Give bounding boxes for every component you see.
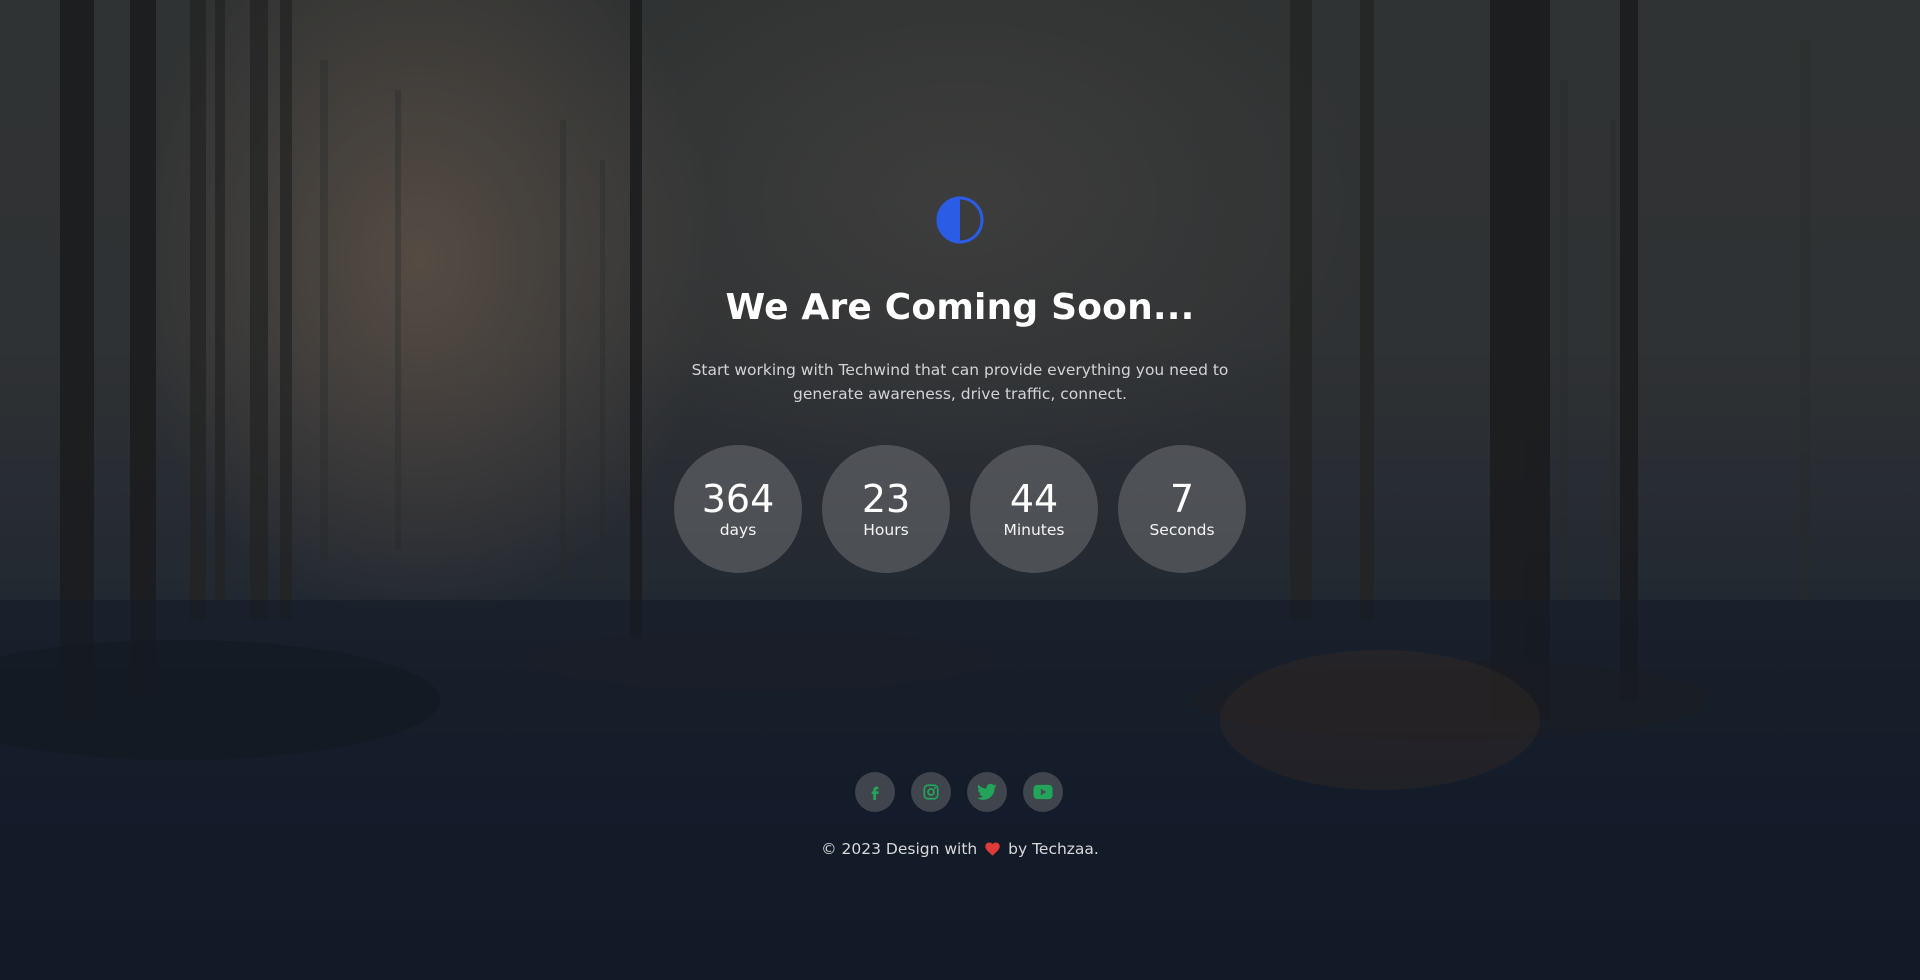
youtube-link[interactable] xyxy=(1023,772,1063,812)
facebook-link[interactable] xyxy=(855,772,895,812)
countdown-seconds: 7 Seconds xyxy=(1118,445,1246,573)
countdown-label: Minutes xyxy=(1003,521,1065,539)
instagram-link[interactable] xyxy=(911,772,951,812)
countdown-label: Seconds xyxy=(1149,521,1215,539)
twitter-link[interactable] xyxy=(967,772,1007,812)
countdown-label: Hours xyxy=(863,521,909,539)
instagram-icon xyxy=(923,784,939,800)
facebook-icon xyxy=(871,786,879,800)
countdown-value: 364 xyxy=(701,477,775,521)
footer-copyright: © 2023 Design with by Techzaa. xyxy=(0,840,1920,858)
heart-icon xyxy=(985,842,1000,856)
countdown-value: 23 xyxy=(861,477,911,521)
countdown-value: 7 xyxy=(1169,477,1195,521)
coming-soon-page: We Are Coming Soon... Start working with… xyxy=(0,0,1920,980)
countdown-value: 44 xyxy=(1009,477,1059,521)
twitter-icon xyxy=(977,783,997,800)
footer-prefix: © 2023 Design with xyxy=(821,840,978,858)
countdown-timer: 364 days 23 Hours 44 Minutes 7 Seconds xyxy=(674,445,1246,573)
youtube-icon xyxy=(1033,784,1053,800)
coming-soon-content: We Are Coming Soon... Start working with… xyxy=(0,0,1920,980)
countdown-label: days xyxy=(719,521,757,539)
half-circle-logo-icon[interactable] xyxy=(935,195,985,245)
countdown-hours: 23 Hours xyxy=(822,445,950,573)
page-title: We Are Coming Soon... xyxy=(725,287,1195,328)
footer-suffix: by Techzaa. xyxy=(1008,840,1099,858)
countdown-days: 364 days xyxy=(674,445,802,573)
social-links xyxy=(855,772,1063,812)
page-subtitle: Start working with Techwind that can pro… xyxy=(691,361,1229,403)
countdown-minutes: 44 Minutes xyxy=(970,445,1098,573)
